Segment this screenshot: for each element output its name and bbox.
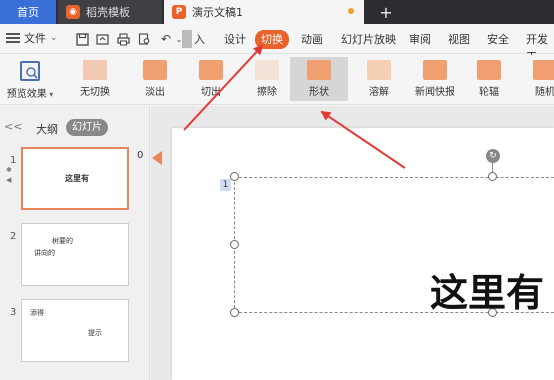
file-menu-label: 文件 [24,32,46,45]
animation-marker: 0 [137,150,144,161]
transition-label: 随机 [535,87,554,98]
collapse-panel-button[interactable]: << [4,120,22,133]
tab-templates[interactable]: ◉ 稻壳模板 [58,0,162,24]
transition-label: 切出 [201,87,221,98]
transition-option[interactable]: 随机 [516,57,554,101]
tab-document[interactable]: P 演示文稿1 [164,0,364,24]
daoke-icon: ◉ [66,5,80,19]
preview-icon [20,61,40,81]
thumb-text: 提示 [88,329,102,337]
chevron-down-icon: ⌄ [50,33,58,43]
tab-outline[interactable]: 大纲 [36,121,58,137]
tab-home[interactable]: 首页 [0,0,56,24]
transition-label: 形状 [309,87,329,98]
transition-thumbnail-icon [477,60,501,80]
placeholder-number: 1 [220,179,231,191]
transition-thumbnail-icon [255,60,279,80]
thumb-text: 树要的 [52,237,73,245]
transition-option[interactable]: 溶解 [350,57,408,101]
transition-thumbnail-icon [367,60,391,80]
transition-option[interactable]: 无切换 [66,57,124,101]
transition-thumbnail-icon [83,60,107,80]
sound-marker-icon [152,151,162,165]
transition-thumbnail-icon [423,60,447,80]
transition-label: 溶解 [369,87,389,98]
resize-handle[interactable] [230,308,239,317]
export-icon[interactable] [94,31,110,47]
slide-number: 1 [10,155,17,166]
slide-title-text[interactable]: 这里有 [430,262,544,317]
slide-thumbnail[interactable]: 添得 提示 [21,299,129,362]
slide-panel: << 大纲 幻灯片 1 ✱ ◀ 这里有 2 树要的 讲向的 3 添得 提示 [0,106,150,380]
tab-bar: 首页 ◉ 稻壳模板 P 演示文稿1 + [0,0,554,24]
transition-option[interactable]: 擦除 [238,57,296,101]
transition-ribbon: 预览效果 ▾ 无切换 淡出 切出 擦除 形状 溶解 新闻快报 轮辐 随机 [0,55,554,105]
transition-thumbnail-icon [199,60,223,80]
tab-slides[interactable]: 幻灯片 [66,119,108,136]
transition-option[interactable]: 淡出 [126,57,184,101]
menu-insert[interactable]: 入 [194,31,205,48]
tab-document-label: 演示文稿1 [192,6,243,19]
transition-star-icon: ✱ [6,166,12,174]
transition-option[interactable]: 切出 [182,57,240,101]
menu-review[interactable]: 审阅 [409,31,431,48]
hamburger-icon [6,33,20,43]
sound-icon: ◀ [6,176,12,184]
slide-thumbnail[interactable]: 这里有 [21,147,129,210]
file-menu[interactable]: 文件 ⌄ [6,30,58,46]
transition-thumbnail-icon [307,60,331,80]
presentation-icon: P [172,5,186,19]
resize-handle[interactable] [488,172,497,181]
save-icon[interactable] [74,31,90,47]
tab-home-label: 首页 [17,6,39,19]
transition-label: 轮辐 [479,87,499,98]
resize-handle[interactable] [230,240,239,249]
menu-transition[interactable]: 切换 [255,30,289,49]
menu-bar: 文件 ⌄ ↶ ⌄ 入 设计 切换 动画 幻灯片放映 审阅 视图 安全 开发工 [0,24,554,63]
unsaved-dot-icon [348,8,354,14]
rotate-handle-icon[interactable]: ↻ [486,149,500,163]
more-icon[interactable] [182,30,192,48]
transition-option[interactable]: 轮辐 [460,57,518,101]
transition-label: 新闻快报 [415,87,455,98]
menu-security[interactable]: 安全 [487,31,509,48]
thumb-text: 这里有 [65,174,89,183]
thumb-text: 添得 [30,309,44,317]
transition-gallery: 无切换 淡出 切出 擦除 形状 溶解 新闻快报 轮辐 随机 [66,57,554,103]
menu-view[interactable]: 视图 [448,31,470,48]
thumb-text: 讲向的 [34,249,55,257]
transition-label: 擦除 [257,87,277,98]
print-icon[interactable] [115,31,131,47]
menu-animation[interactable]: 动画 [301,31,323,48]
slide-thumbnail[interactable]: 树要的 讲向的 [21,223,129,286]
transition-thumbnail-icon [143,60,167,80]
new-tab-button[interactable]: + [376,0,396,24]
slide-number: 3 [10,307,17,318]
resize-handle[interactable] [230,172,239,181]
transition-label: 无切换 [80,87,110,98]
transition-thumbnail-icon [533,60,554,80]
menu-slideshow[interactable]: 幻灯片放映 [341,31,396,48]
transition-option[interactable]: 形状 [290,57,348,101]
transition-option[interactable]: 新闻快报 [406,57,464,101]
menu-design[interactable]: 设计 [224,31,246,48]
preview-dropdown-icon: ▾ [46,90,54,99]
preview-effect-button[interactable]: 预览效果 ▾ [4,59,56,103]
slide-number: 2 [10,231,17,242]
transition-label: 淡出 [145,87,165,98]
print-preview-icon[interactable] [136,31,152,47]
menu-developer[interactable]: 开发工 [526,31,554,63]
tab-templates-label: 稻壳模板 [86,6,130,19]
preview-effect-label: 预览效果 [6,89,47,100]
